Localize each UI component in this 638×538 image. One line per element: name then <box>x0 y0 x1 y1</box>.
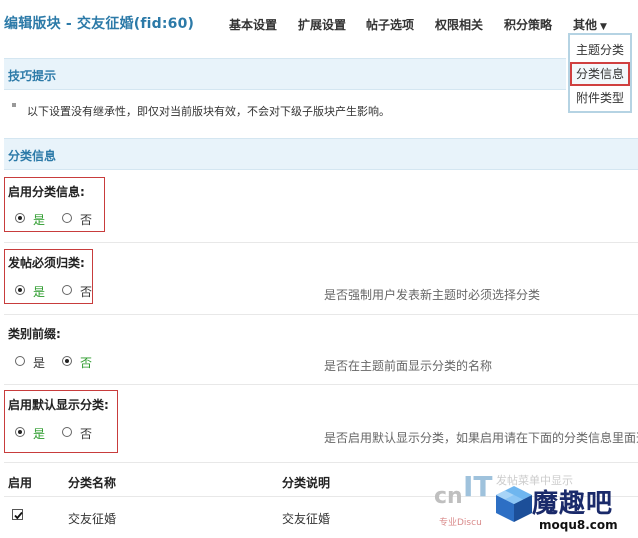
radio-default-category-no[interactable] <box>62 427 72 437</box>
radio-label-yes: 是 <box>33 285 46 299</box>
category-section-title: 分类信息 <box>8 149 57 163</box>
table-cell-name[interactable]: 交友征婚 <box>68 510 116 527</box>
other-dropdown-menu: 主题分类 分类信息 附件类型 <box>568 33 632 113</box>
enabled-checkbox[interactable] <box>12 509 23 520</box>
radio-label-yes: 是 <box>33 427 46 441</box>
radio-label-no: 否 <box>80 213 93 227</box>
table-header-enabled: 启用 <box>8 476 33 490</box>
check-icon <box>14 511 23 520</box>
watermark-url: moqu8.com <box>539 518 618 532</box>
page-title: 编辑版块 - 交友征婚(fid:60) <box>4 16 195 32</box>
setting-label-category-prefix: 类别前缀: <box>8 327 61 341</box>
table-header-description: 分类说明 <box>282 476 331 490</box>
radio-label-yes: 是 <box>33 356 46 370</box>
bullet-icon <box>12 103 16 107</box>
watermark-it-text: IT <box>463 470 493 503</box>
category-section-header: 分类信息 <box>4 138 638 170</box>
radio-category-prefix-yes[interactable] <box>15 356 25 366</box>
dropdown-item-attachment-types[interactable]: 附件类型 <box>570 86 630 110</box>
setting-description-category-prefix: 是否在主题前面显示分类的名称 <box>324 359 493 373</box>
tips-section-header: 技巧提示 <box>4 58 566 90</box>
watermark-cn-text: cn <box>434 484 463 509</box>
setting-label-enable-category: 启用分类信息: <box>8 185 85 199</box>
dropdown-item-category-info[interactable]: 分类信息 <box>570 62 630 86</box>
row-divider <box>4 384 638 385</box>
row-divider <box>4 242 638 243</box>
radio-required-category-yes[interactable] <box>15 285 25 295</box>
tips-title: 技巧提示 <box>8 69 57 83</box>
radio-label-no: 否 <box>80 427 93 441</box>
dropdown-item-thread-types[interactable]: 主题分类 <box>570 38 630 62</box>
row-divider <box>4 462 638 463</box>
cube-logo-icon <box>494 484 534 527</box>
nav-post-options[interactable]: 帖子选项 <box>366 16 414 33</box>
radio-category-prefix-no[interactable] <box>62 356 72 366</box>
setting-label-default-category: 启用默认显示分类: <box>8 398 109 412</box>
watermark-brand: 魔趣吧 <box>532 489 614 519</box>
nav-permissions[interactable]: 权限相关 <box>435 16 483 33</box>
radio-required-category-no[interactable] <box>62 285 72 295</box>
radio-enable-category-no[interactable] <box>62 213 72 223</box>
setting-description-default-category: 是否启用默认显示分类，如果启用请在下面的分类信息里面选 <box>324 431 638 445</box>
nav-other-label: 其他 <box>573 18 598 32</box>
radio-enable-category-yes[interactable] <box>15 213 25 223</box>
table-cell-description[interactable]: 交友征婚 <box>282 510 330 527</box>
setting-description-required-category: 是否强制用户发表新主题时必须选择分类 <box>324 288 541 302</box>
setting-label-required-category: 发帖必须归类: <box>8 256 85 270</box>
nav-extended-settings[interactable]: 扩展设置 <box>298 16 346 33</box>
tips-text: 以下设置没有继承性，即仅对当前版块有效，不会对下级子版块产生影响。 <box>27 105 390 118</box>
table-header-name: 分类名称 <box>68 476 117 490</box>
nav-credit-policy[interactable]: 积分策略 <box>504 16 552 33</box>
nav-basic-settings[interactable]: 基本设置 <box>229 16 277 33</box>
radio-label-yes: 是 <box>33 213 46 227</box>
watermark-slogan: 专业Discu <box>439 518 482 528</box>
radio-default-category-yes[interactable] <box>15 427 25 437</box>
nav-other-menu[interactable]: 其他 ▼ <box>573 16 607 33</box>
radio-label-no: 否 <box>80 285 93 299</box>
radio-label-no: 否 <box>80 356 93 370</box>
row-divider <box>4 314 638 315</box>
caret-down-icon: ▼ <box>600 22 607 32</box>
